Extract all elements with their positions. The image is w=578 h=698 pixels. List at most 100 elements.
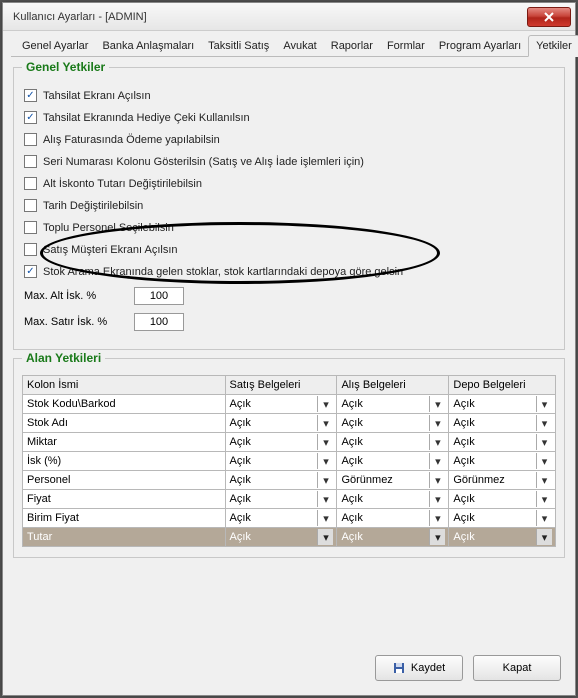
check-row-3: Seri Numarası Kolonu Gösterilsin (Satış … [24,155,554,168]
cell-value: Açık [341,455,362,467]
chevron-down-icon[interactable]: ▾ [429,529,445,545]
max-alt-isk-input[interactable] [134,287,184,305]
col-header[interactable]: Kolon İsmi [23,376,226,395]
save-button-label: Kaydet [411,662,445,674]
chevron-down-icon[interactable]: ▾ [429,415,445,431]
chevron-down-icon[interactable]: ▾ [536,396,552,412]
check-label-5: Tarih Değiştirilebilsin [43,200,143,212]
tab-raporlar[interactable]: Raporlar [324,36,380,56]
tab-formlar[interactable]: Formlar [380,36,432,56]
cell-name: Stok Adı [27,417,68,429]
chevron-down-icon[interactable]: ▾ [429,510,445,526]
chevron-down-icon[interactable]: ▾ [429,491,445,507]
checkbox-7[interactable] [24,243,37,256]
chevron-down-icon[interactable]: ▾ [317,491,333,507]
checkbox-2[interactable] [24,133,37,146]
window-body: Genel AyarlarBanka AnlaşmalarıTaksitli S… [11,33,567,687]
check-label-0: Tahsilat Ekranı Açılsın [43,90,151,102]
tab-yetkiler[interactable]: Yetkiler [528,35,578,57]
chevron-down-icon[interactable]: ▾ [317,453,333,469]
footer: Kaydet Kapat [375,655,561,681]
cell-value: Açık [341,436,362,448]
chevron-down-icon[interactable]: ▾ [429,396,445,412]
tab-avukat[interactable]: Avukat [276,36,323,56]
chevron-down-icon[interactable]: ▾ [429,453,445,469]
max-satir-isk-input[interactable] [134,313,184,331]
col-header[interactable]: Satış Belgeleri [225,376,337,395]
cell-value: Açık [230,531,251,543]
table-row[interactable]: FiyatAçık▾Açık▾Açık▾ [23,490,556,509]
chevron-down-icon[interactable]: ▾ [536,529,552,545]
cell-value: Açık [453,531,474,543]
close-icon [544,12,554,22]
check-row-7: Satış Müşteri Ekranı Açılsın [24,243,554,256]
chevron-down-icon[interactable]: ▾ [536,510,552,526]
close-button-footer[interactable]: Kapat [473,655,561,681]
chevron-down-icon[interactable]: ▾ [317,529,333,545]
cell-value: Açık [453,417,474,429]
table-row[interactable]: Birim Fiyat Açık ▾ Açık ▾ Açık ▾ [23,509,556,528]
titlebar: Kullanıcı Ayarları - [ADMIN] [3,3,575,31]
chevron-down-icon[interactable]: ▾ [536,434,552,450]
max-satir-isk-row: Max. Satır İsk. % [24,313,554,331]
cell-value: Açık [453,512,474,524]
close-button-label: Kapat [503,662,532,674]
chevron-down-icon[interactable]: ▾ [429,434,445,450]
save-icon [393,662,405,674]
col-header[interactable]: Depo Belgeleri [449,376,556,395]
check-row-8: ✓Stok Arama Ekranında gelen stoklar, sto… [24,265,554,278]
save-button[interactable]: Kaydet [375,655,463,681]
chevron-down-icon[interactable]: ▾ [317,415,333,431]
group-genel-yetkiler: Genel Yetkiler ✓Tahsilat Ekranı Açılsın✓… [13,67,565,350]
close-button[interactable] [527,7,571,27]
group-title-alan: Alan Yetkileri [22,351,105,365]
check-row-2: Alış Faturasında Ödeme yapılabilsin [24,133,554,146]
col-header[interactable]: Alış Belgeleri [337,376,449,395]
check-label-4: Alt İskonto Tutarı Değiştirilebilsin [43,178,202,190]
cell-value: Açık [341,531,362,543]
cell-name: Stok Kodu\Barkod [27,398,116,410]
table-row[interactable]: Stok Kodu\BarkodAçık▾Açık▾Açık▾ [23,395,556,414]
chevron-down-icon[interactable]: ▾ [317,396,333,412]
chevron-down-icon[interactable]: ▾ [536,472,552,488]
chevron-down-icon[interactable]: ▾ [536,453,552,469]
max-alt-isk-label: Max. Alt İsk. % [24,290,124,302]
alan-yetkileri-table[interactable]: Kolon İsmiSatış BelgeleriAlış BelgeleriD… [22,375,556,547]
check-label-3: Seri Numarası Kolonu Gösterilsin (Satış … [43,156,364,168]
tab-genel-ayarlar[interactable]: Genel Ayarlar [15,36,95,56]
checkbox-0[interactable]: ✓ [24,89,37,102]
checkbox-1[interactable]: ✓ [24,111,37,124]
checkbox-3[interactable] [24,155,37,168]
cell-value: Açık [341,512,362,524]
group-alan-yetkileri: Alan Yetkileri Kolon İsmiSatış Belgeleri… [13,358,565,558]
group-title-genel: Genel Yetkiler [22,60,109,74]
table-row[interactable]: Stok AdıAçık▾Açık▾Açık▾ [23,414,556,433]
chevron-down-icon[interactable]: ▾ [317,472,333,488]
checkbox-5[interactable] [24,199,37,212]
table-row[interactable]: İsk (%)Açık▾Açık▾Açık▾ [23,452,556,471]
checkbox-6[interactable] [24,221,37,234]
chevron-down-icon[interactable]: ▾ [536,491,552,507]
cell-value: Görünmez [341,474,392,486]
cell-value: Açık [230,436,251,448]
cell-value: Açık [230,455,251,467]
tab-panel-yetkiler: Genel Yetkiler ✓Tahsilat Ekranı Açılsın✓… [11,59,567,645]
table-row[interactable]: Tutar Açık ▾ Açık ▾ Açık ▾ [23,528,556,547]
table-row[interactable]: PersonelAçık▾Görünmez▾Görünmez▾ [23,471,556,490]
tab-taksitli-satış[interactable]: Taksitli Satış [201,36,276,56]
table-row[interactable]: MiktarAçık▾Açık▾Açık▾ [23,433,556,452]
chevron-down-icon[interactable]: ▾ [536,415,552,431]
chevron-down-icon[interactable]: ▾ [317,434,333,450]
cell-name: Birim Fiyat [27,512,79,524]
chevron-down-icon[interactable]: ▾ [317,510,333,526]
checkbox-4[interactable] [24,177,37,190]
check-row-0: ✓ Tahsilat Ekranı Açılsın [24,89,554,102]
tab-banka-anlaşmaları[interactable]: Banka Anlaşmaları [95,36,201,56]
check-label-7: Satış Müşteri Ekranı Açılsın [43,244,178,256]
checkbox-8[interactable]: ✓ [24,265,37,278]
cell-name: Tutar [27,531,52,543]
chevron-down-icon[interactable]: ▾ [429,472,445,488]
window: Kullanıcı Ayarları - [ADMIN] Genel Ayarl… [2,2,576,696]
tab-program-ayarları[interactable]: Program Ayarları [432,36,528,56]
cell-value: Açık [230,512,251,524]
